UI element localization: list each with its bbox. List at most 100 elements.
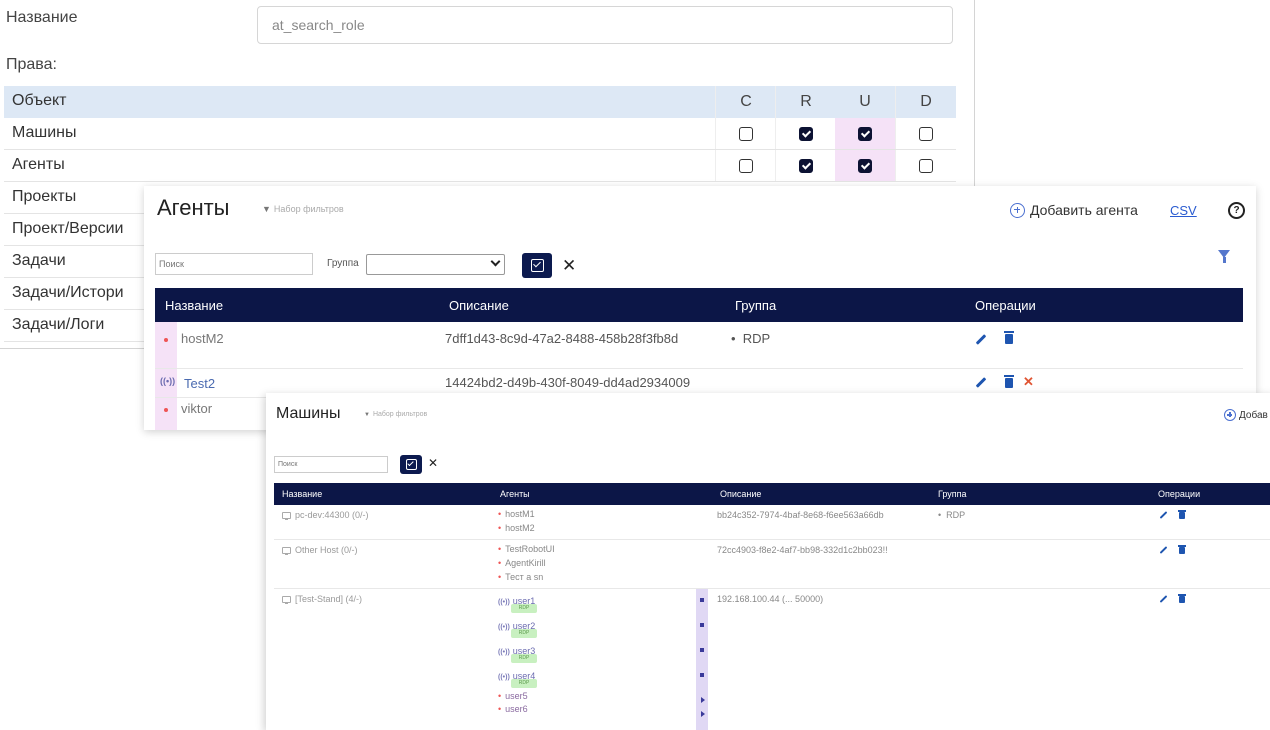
add-machine-button[interactable]: Добав bbox=[1224, 409, 1268, 421]
table-row[interactable]: pc-dev:44300 (0/-) • hostM1 • hostM2 bb24c… bbox=[274, 505, 1270, 540]
play-icon[interactable] bbox=[701, 697, 705, 703]
update-checkbox[interactable] bbox=[858, 158, 872, 173]
agent-name[interactable]: Test2 bbox=[184, 376, 215, 391]
create-column-header: C bbox=[715, 86, 776, 118]
rights-row-label: Машины bbox=[12, 124, 77, 141]
agent-group: • RDP bbox=[731, 331, 771, 346]
stop-icon[interactable] bbox=[700, 648, 704, 652]
rights-row-label: Задачи bbox=[12, 252, 66, 269]
clear-search-button[interactable]: ✕ bbox=[428, 456, 438, 470]
delete-checkbox[interactable] bbox=[919, 158, 933, 173]
rights-table-header: Объект C R U D bbox=[4, 86, 956, 118]
trash-icon[interactable] bbox=[1004, 375, 1014, 388]
search-input[interactable] bbox=[274, 456, 388, 473]
antenna-icon: ((•)) bbox=[498, 599, 510, 606]
filter-set-toggle[interactable]: ▼ Набор фильтров bbox=[262, 204, 344, 214]
create-checkbox[interactable] bbox=[739, 158, 753, 173]
apply-filter-button[interactable] bbox=[522, 253, 552, 278]
machine-description: 192.168.100.44 (... 50000) bbox=[717, 594, 824, 604]
column-group[interactable]: Группа bbox=[938, 489, 967, 499]
agent-name[interactable]: viktor bbox=[181, 401, 212, 416]
machine-group: • RDP bbox=[938, 510, 966, 520]
list-item[interactable]: • hostM2 bbox=[498, 521, 535, 535]
trash-icon[interactable] bbox=[1004, 331, 1014, 344]
search-input[interactable] bbox=[155, 253, 313, 275]
list-item[interactable]: ((•)) user3 RDP bbox=[498, 641, 537, 666]
list-item[interactable]: • TestRobotUI bbox=[498, 542, 555, 556]
monitor-icon bbox=[282, 512, 291, 521]
column-name[interactable]: Название bbox=[165, 298, 223, 313]
agent-name[interactable]: hostM2 bbox=[181, 331, 224, 346]
machine-name[interactable]: [Test-Stand] (4/-) bbox=[282, 594, 362, 605]
update-checkbox[interactable] bbox=[858, 126, 872, 141]
antenna-icon: ((•)) bbox=[498, 674, 510, 681]
status-badge: RDP bbox=[511, 604, 537, 613]
page-title: Агенты bbox=[157, 195, 230, 220]
status-badge: RDP bbox=[511, 679, 537, 688]
list-item[interactable]: ((•)) user2 RDP bbox=[498, 616, 537, 641]
edit-icon[interactable] bbox=[1159, 511, 1168, 519]
delete-checkbox[interactable] bbox=[919, 126, 933, 141]
trash-icon[interactable] bbox=[1178, 545, 1186, 554]
checkbox-icon bbox=[530, 259, 544, 272]
page-title: Машины bbox=[276, 405, 341, 422]
column-agents[interactable]: Агенты bbox=[500, 489, 530, 499]
help-icon[interactable]: ? bbox=[1228, 202, 1245, 219]
antenna-icon: ((•)) bbox=[498, 649, 510, 656]
list-item[interactable]: • hostM1 bbox=[498, 507, 535, 521]
list-item[interactable]: • user6 bbox=[498, 704, 535, 717]
group-select[interactable] bbox=[366, 254, 505, 275]
machine-name[interactable]: Other Host (0/-) bbox=[282, 545, 358, 556]
monitor-icon bbox=[282, 547, 291, 556]
apply-filter-button[interactable] bbox=[400, 455, 422, 474]
edit-icon[interactable] bbox=[1159, 546, 1168, 554]
column-description[interactable]: Описание bbox=[720, 489, 761, 499]
rights-row-machines: Машины bbox=[4, 118, 956, 150]
status-offline-icon bbox=[164, 338, 168, 342]
create-checkbox[interactable] bbox=[739, 126, 753, 141]
antenna-icon: ((•)) bbox=[160, 376, 176, 386]
read-checkbox[interactable] bbox=[799, 126, 813, 141]
edit-icon[interactable] bbox=[975, 334, 987, 345]
list-item[interactable]: ((•)) user1 RDP bbox=[498, 591, 537, 616]
column-name[interactable]: Название bbox=[282, 489, 322, 499]
monitor-icon bbox=[282, 596, 291, 605]
column-group[interactable]: Группа bbox=[735, 298, 776, 313]
edit-icon[interactable] bbox=[975, 377, 987, 388]
list-item[interactable]: • AgentKirill bbox=[498, 556, 555, 570]
rights-row-label: Задачи/Логи bbox=[12, 316, 105, 333]
list-item[interactable]: ((•)) user4 RDP bbox=[498, 666, 537, 691]
delete-icon[interactable]: ✕ bbox=[1023, 374, 1034, 390]
table-row[interactable]: Other Host (0/-) • TestRobotUI • AgentKiri… bbox=[274, 540, 1270, 589]
rights-row-agents: Агенты bbox=[4, 150, 956, 182]
play-icon[interactable] bbox=[701, 711, 705, 717]
machines-panel: Машины ▼Набор фильтров Добав ✕ Название … bbox=[266, 393, 1270, 730]
read-column-header: R bbox=[775, 86, 836, 118]
update-column-header: U bbox=[859, 93, 871, 110]
edit-icon[interactable] bbox=[1159, 595, 1168, 603]
rights-row-label: Агенты bbox=[12, 156, 65, 173]
clear-filter-icon[interactable] bbox=[1218, 250, 1230, 263]
antenna-icon: ((•)) bbox=[498, 624, 510, 631]
stop-icon[interactable] bbox=[700, 673, 704, 677]
filter-set-toggle[interactable]: ▼ Набор фильтров bbox=[364, 411, 427, 418]
list-item[interactable]: • user5 bbox=[498, 691, 535, 704]
agent-description: 14424bd2-d49b-430f-8049-dd4ad2934009 bbox=[445, 375, 691, 390]
table-row[interactable]: [Test-Stand] (4/-) ((•)) user1 RDP ((•)) us… bbox=[274, 589, 1270, 730]
clear-search-button[interactable]: ✕ bbox=[562, 256, 576, 276]
agent-list: • hostM1 • hostM2 bbox=[498, 507, 535, 535]
stop-icon[interactable] bbox=[700, 623, 704, 627]
stop-icon[interactable] bbox=[700, 598, 704, 602]
trash-icon[interactable] bbox=[1178, 510, 1186, 519]
status-badge: RDP bbox=[511, 654, 537, 663]
list-item[interactable]: • Тест a sn bbox=[498, 570, 555, 584]
trash-icon[interactable] bbox=[1178, 594, 1186, 603]
table-row[interactable]: hostM2 7dff1d43-8c9d-47a2-8488-458b28f3f… bbox=[155, 322, 1243, 369]
csv-export-link[interactable]: CSV bbox=[1170, 203, 1197, 218]
role-name-input[interactable] bbox=[257, 6, 953, 44]
add-agent-button[interactable]: Добавить агента bbox=[1010, 202, 1138, 218]
column-description[interactable]: Описание bbox=[449, 298, 509, 313]
plus-circle-icon bbox=[1010, 202, 1025, 218]
machine-name[interactable]: pc-dev:44300 (0/-) bbox=[282, 510, 369, 521]
read-checkbox[interactable] bbox=[799, 158, 813, 173]
